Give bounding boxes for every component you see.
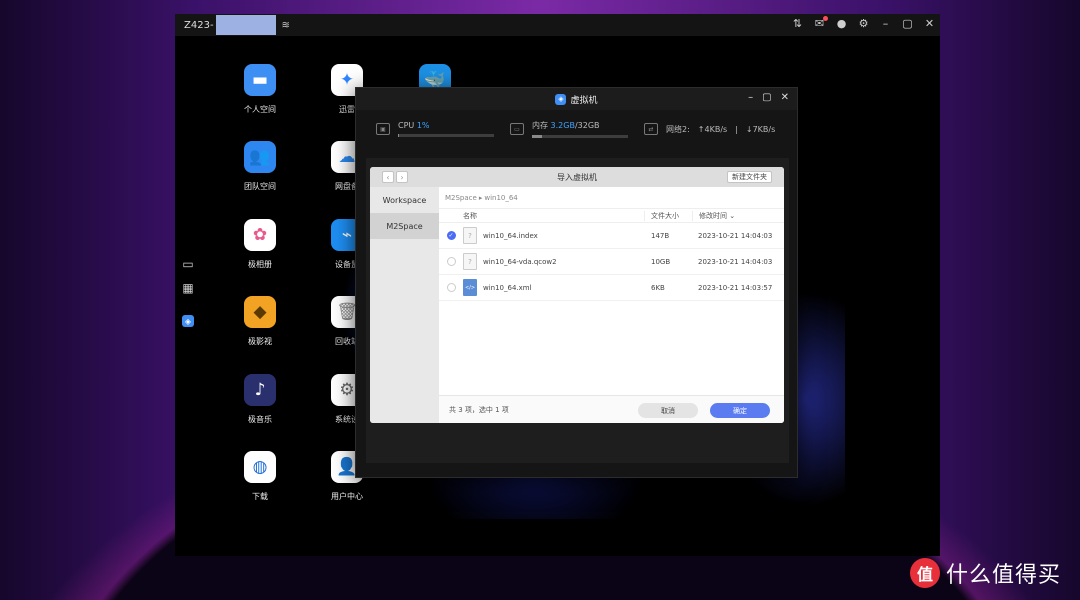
smzdm-logo-icon: 值 (910, 558, 940, 588)
minimize-icon[interactable]: – (879, 17, 892, 31)
hostname: Z423- (184, 19, 214, 31)
dialog-header: ‹ › 导入虚拟机 新建文件夹 (370, 167, 784, 187)
table-row[interactable]: ✓ ? win10_64.index 147B 2023-10-21 14:04:… (439, 223, 784, 249)
user-icon[interactable]: ● (835, 17, 848, 31)
maximize-icon[interactable]: ▢ (901, 17, 914, 31)
file-size: 10GB (651, 257, 671, 266)
globe-icon: ◍ (244, 451, 276, 483)
cpu-stat: ▣ CPU 1% (376, 121, 494, 137)
file-time: 2023-10-21 14:04:03 (698, 257, 773, 266)
confirm-button[interactable]: 确定 (710, 403, 770, 418)
left-dock: ▭ ▦ ◈ (180, 257, 196, 327)
close-icon[interactable]: ✕ (781, 92, 789, 103)
drive-icon[interactable]: ▭ (182, 257, 193, 271)
file-time: 2023-10-21 14:03:57 (698, 283, 773, 292)
network-icon: ⇄ (644, 123, 658, 135)
cpu-label: CPU (398, 121, 415, 130)
breadcrumb: M2Space ▸ win10_64 (439, 187, 784, 209)
vm-app-icon: ◈ (555, 93, 567, 105)
apps-grid-icon[interactable]: ▦ (182, 281, 193, 295)
row-checkbox[interactable] (446, 283, 456, 292)
folder-icon: ▬ (244, 64, 276, 96)
vm-dock-icon[interactable]: ◈ (182, 315, 194, 327)
new-folder-button[interactable]: 新建文件夹 (727, 171, 772, 183)
app-video[interactable]: ◆ 极影视 (225, 296, 295, 347)
sidebar-item-m2space[interactable]: M2Space (370, 213, 439, 239)
breadcrumb-item[interactable]: M2Space (445, 194, 477, 202)
vm-window-title: 虚拟机 (570, 95, 598, 106)
file-time: 2023-10-21 14:04:03 (698, 231, 773, 240)
unknown-file-icon: ? (463, 227, 477, 244)
breadcrumb-item[interactable]: win10_64 (484, 194, 517, 202)
gear-icon[interactable]: ⚙ (857, 17, 870, 31)
transfer-icon[interactable]: ⇅ (791, 17, 804, 31)
memory-icon: ▭ (510, 123, 524, 135)
cpu-icon: ▣ (376, 123, 390, 135)
app-music[interactable]: ♪ 极音乐 (225, 374, 295, 425)
cpu-bar (398, 134, 494, 137)
file-browser: M2Space ▸ win10_64 名称 文件大小 修改时间 ⌄ ✓ ? win… (439, 187, 784, 423)
close-icon[interactable]: ✕ (923, 17, 936, 31)
sort-chevron-icon: ⌄ (729, 211, 736, 220)
memory-label: 内存 (532, 121, 548, 130)
photos-icon: ✿ (244, 219, 276, 251)
cancel-button[interactable]: 取消 (638, 403, 698, 418)
xml-file-icon: </> (463, 279, 477, 296)
top-bar: Z423- ≋ ⇅ ✉ ● ⚙ – ▢ ✕ (175, 14, 940, 36)
network-stat: ⇄ 网络2: ↑4KB/s | ↓7KB/s (644, 123, 775, 135)
minimize-icon[interactable]: – (748, 92, 753, 103)
table-row[interactable]: </> win10_64.xml 6KB 2023-10-21 14:03:57 (439, 275, 784, 301)
app-download[interactable]: ◍ 下载 (225, 451, 295, 502)
dialog-sidebar: Workspace M2Space (370, 187, 439, 423)
file-name: win10_64.index (483, 231, 538, 240)
memory-stat: ▭ 内存 3.2GB/32GB (510, 120, 628, 138)
video-icon: ◆ (244, 296, 276, 328)
memory-used: 3.2GB (550, 121, 575, 130)
network-sep: | (735, 124, 738, 134)
unknown-file-icon: ? (463, 253, 477, 270)
team-folder-icon: 👥 (244, 141, 276, 173)
network-up: ↑4KB/s (697, 124, 728, 134)
watermark: 值 什么值得买 (910, 557, 1061, 589)
dialog-footer: 共 3 项，选中 1 项 取消 确定 (439, 395, 784, 423)
wifi-icon: ≋ (281, 19, 290, 31)
hostname-redaction (215, 15, 276, 35)
app-team-space[interactable]: 👥 团队空间 (225, 141, 295, 192)
selection-summary: 共 3 项，选中 1 项 (449, 405, 509, 414)
import-vm-dialog: ‹ › 导入虚拟机 新建文件夹 Workspace M2Space M2Spac… (370, 167, 784, 423)
resource-stats: ▣ CPU 1% ▭ 内存 3.2GB/32GB ⇄ 网络2: ↑4KB/s |… (356, 110, 797, 148)
app-photos[interactable]: ✿ 极相册 (225, 219, 295, 270)
table-header: 名称 文件大小 修改时间 ⌄ (439, 209, 784, 223)
vm-window-titlebar[interactable]: ◈ 虚拟机 – ▢ ✕ (356, 88, 797, 110)
memory-total: 32GB (577, 121, 600, 130)
row-checkbox[interactable]: ✓ (446, 231, 456, 240)
column-name[interactable]: 名称 (463, 211, 644, 221)
maximize-icon[interactable]: ▢ (762, 92, 771, 103)
network-down: ↓7KB/s (745, 124, 776, 134)
cpu-value: 1% (416, 121, 430, 130)
column-time[interactable]: 修改时间 ⌄ (692, 210, 782, 221)
file-name: win10_64.xml (483, 283, 532, 292)
file-size: 147B (651, 231, 670, 240)
breadcrumb-separator-icon: ▸ (478, 193, 483, 202)
app-personal-space[interactable]: ▬ 个人空间 (225, 64, 295, 115)
file-size: 6KB (651, 283, 665, 292)
dialog-title: 导入虚拟机 (557, 172, 597, 182)
music-icon: ♪ (244, 374, 276, 406)
table-row[interactable]: ? win10_64-vda.qcow2 10GB 2023-10-21 14:0… (439, 249, 784, 275)
column-size[interactable]: 文件大小 (644, 210, 692, 221)
file-name: win10_64-vda.qcow2 (483, 257, 557, 266)
row-checkbox[interactable] (446, 257, 456, 266)
sidebar-item-workspace[interactable]: Workspace (370, 187, 439, 213)
mail-icon[interactable]: ✉ (813, 16, 828, 31)
memory-bar (532, 135, 628, 138)
watermark-text: 什么值得买 (946, 563, 1062, 588)
network-label: 网络2: (666, 124, 690, 134)
